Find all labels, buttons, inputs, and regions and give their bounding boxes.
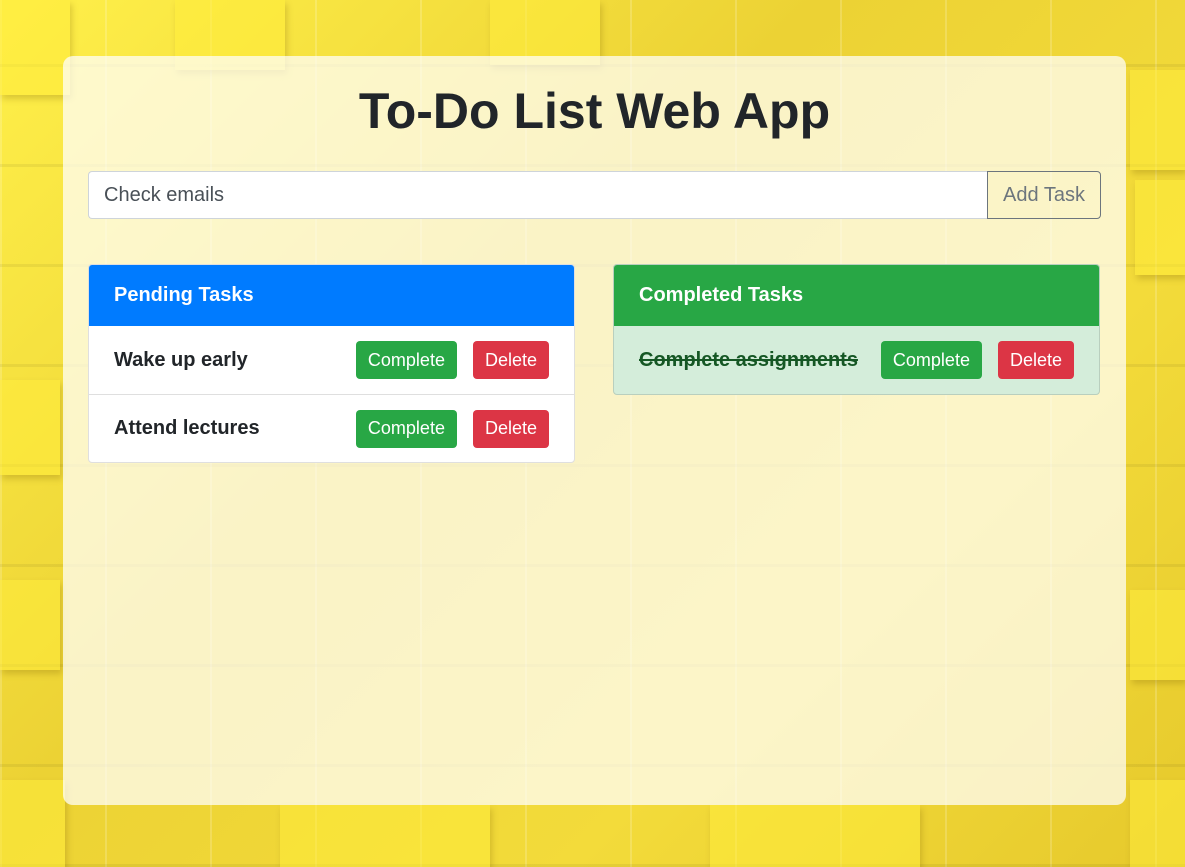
- completed-tasks-card: Completed Tasks Complete assignments Com…: [613, 264, 1100, 395]
- delete-button[interactable]: Delete: [472, 341, 549, 379]
- task-text: Wake up early: [114, 348, 248, 371]
- complete-button[interactable]: Complete: [880, 341, 982, 379]
- task-input[interactable]: [88, 171, 987, 219]
- pending-tasks-card: Pending Tasks Wake up early Complete Del…: [88, 264, 575, 463]
- delete-button[interactable]: Delete: [997, 341, 1074, 379]
- complete-button[interactable]: Complete: [355, 409, 457, 448]
- page-title: To-Do List Web App: [358, 83, 831, 139]
- task-item: Attend lectures Complete Delete: [89, 394, 574, 462]
- add-task-button[interactable]: Add Task: [987, 171, 1101, 219]
- add-task-form: Add Task: [88, 171, 1101, 219]
- app-container: To-Do List Web App Add Task Pending Task…: [63, 56, 1126, 805]
- task-item: Wake up early Complete Delete: [89, 326, 574, 394]
- task-text: Attend lectures: [114, 417, 260, 439]
- task-item: Complete assignments Complete Delete: [614, 326, 1099, 394]
- completed-task-list: Complete assignments Complete Delete: [614, 326, 1099, 394]
- pending-tasks-header: Pending Tasks: [89, 265, 574, 326]
- complete-button[interactable]: Complete: [355, 341, 457, 379]
- task-text: Complete assignments: [639, 348, 858, 371]
- completed-tasks-header: Completed Tasks: [614, 265, 1099, 326]
- pending-task-list: Wake up early Complete Delete Attend lec…: [89, 326, 574, 462]
- delete-button[interactable]: Delete: [472, 409, 549, 448]
